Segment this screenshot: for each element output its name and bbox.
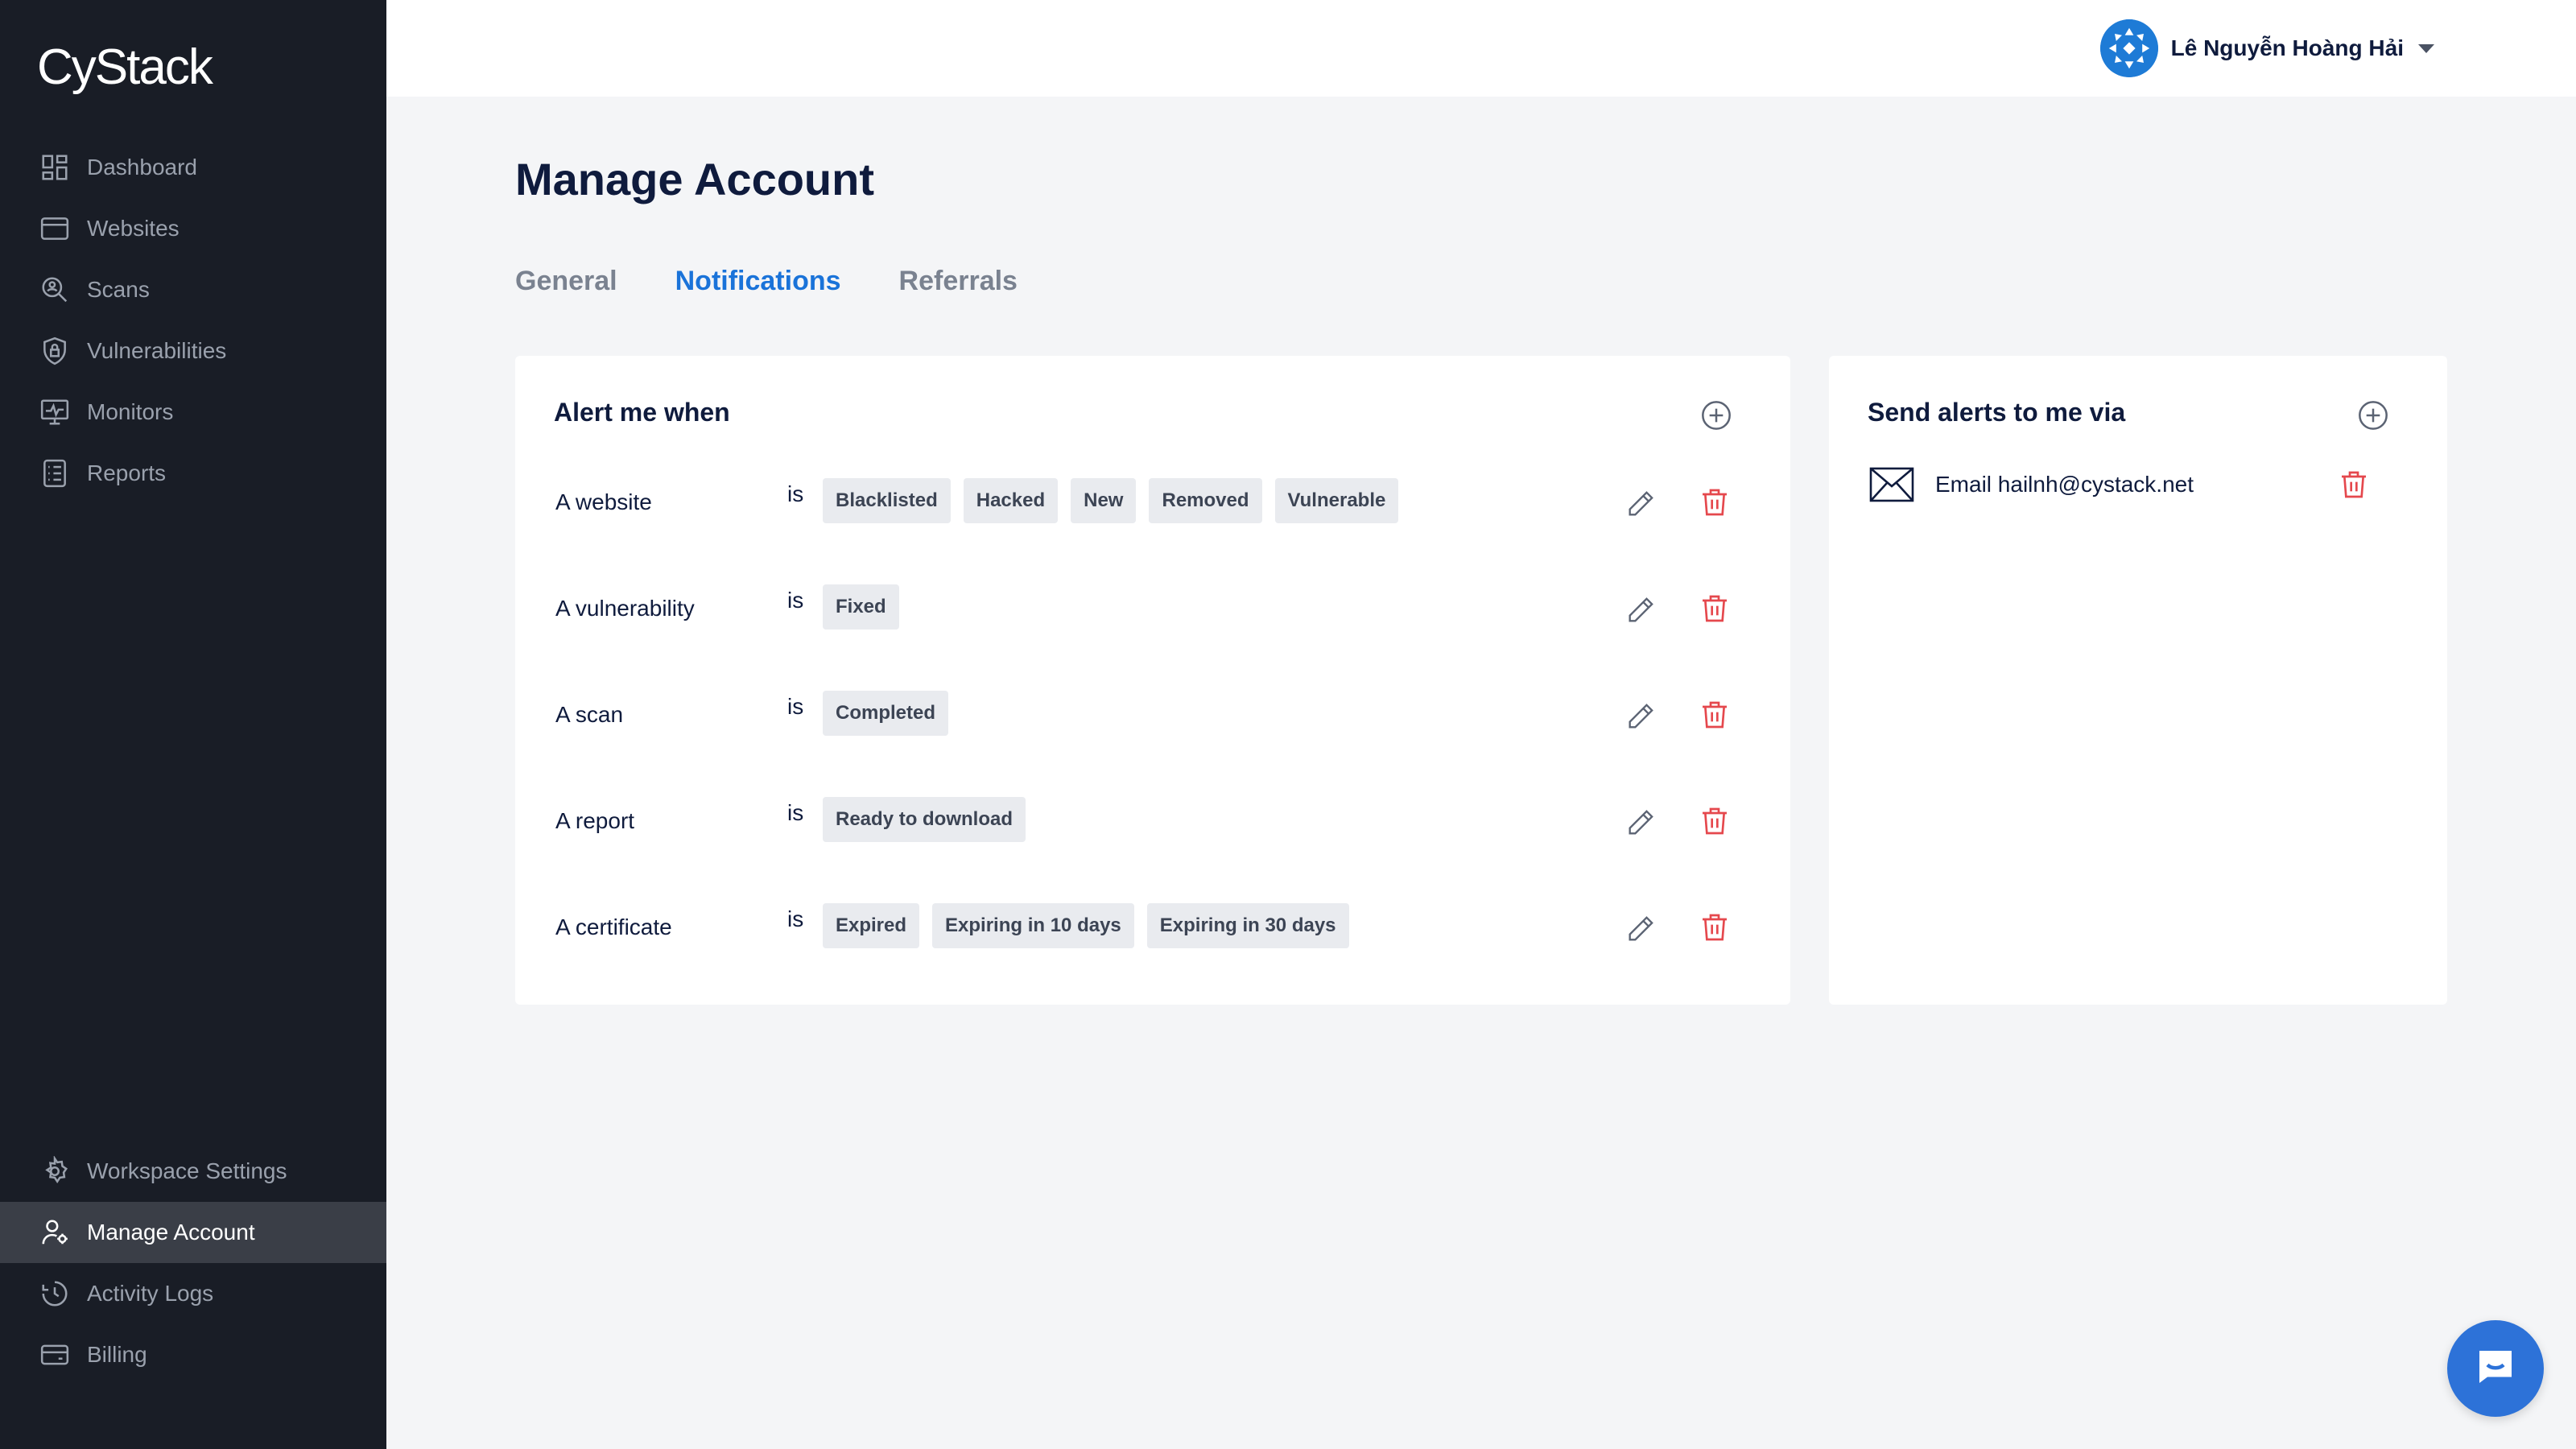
sidebar-item-workspace-settings[interactable]: Workspace Settings xyxy=(0,1141,386,1202)
alert-rule-subject: A vulnerability xyxy=(555,596,695,621)
alert-rule-row: A certificate is Expired Expiring in 10 … xyxy=(554,903,1752,952)
state-tag: Vulnerable xyxy=(1274,478,1399,523)
alert-rule-subject: A certificate xyxy=(555,914,672,939)
account-tabs: General Notifications Referrals xyxy=(515,266,1075,297)
credit-card-icon xyxy=(39,1339,71,1371)
sidebar-item-label: Websites xyxy=(87,216,180,241)
delete-channel-button[interactable] xyxy=(2338,469,2370,501)
sidebar-item-billing[interactable]: Billing xyxy=(0,1324,386,1385)
chevron-down-icon xyxy=(2418,43,2434,53)
add-channel-button[interactable] xyxy=(2357,399,2389,431)
tab-notifications[interactable]: Notifications xyxy=(675,266,841,297)
report-list-icon xyxy=(39,457,71,489)
state-tag: Fixed xyxy=(823,584,899,630)
sidebar-item-activity-logs[interactable]: Activity Logs xyxy=(0,1263,386,1324)
shield-lock-icon xyxy=(39,335,71,367)
edit-rule-button[interactable] xyxy=(1624,913,1657,945)
alert-rule-states: Blacklisted Hacked New Removed Vulnerabl… xyxy=(823,478,1411,523)
alert-rule-states: Completed xyxy=(823,691,961,736)
alert-rule-connector: is xyxy=(787,906,804,931)
alert-rule-states: Ready to download xyxy=(823,797,1038,842)
delete-rule-button[interactable] xyxy=(1699,911,1731,943)
state-tag: Removed xyxy=(1149,478,1262,523)
gear-icon xyxy=(39,1155,71,1187)
sidebar-item-dashboard[interactable]: Dashboard xyxy=(0,137,386,198)
edit-rule-button[interactable] xyxy=(1624,700,1657,733)
delete-rule-button[interactable] xyxy=(1699,486,1731,518)
alert-channels-title: Send alerts to me via xyxy=(1868,398,2126,427)
state-tag: Expiring in 10 days xyxy=(932,903,1134,948)
sidebar-item-manage-account[interactable]: Manage Account xyxy=(0,1202,386,1263)
edit-rule-button[interactable] xyxy=(1624,488,1657,520)
alert-rule-subject: A scan xyxy=(555,702,624,727)
tab-general[interactable]: General xyxy=(515,266,617,297)
sidebar-item-monitors[interactable]: Monitors xyxy=(0,382,386,443)
dashboard-icon xyxy=(39,151,71,184)
alert-rule-subject: A website xyxy=(555,489,652,514)
state-tag: Ready to download xyxy=(823,797,1026,842)
sidebar-item-label: Monitors xyxy=(87,399,174,424)
user-gear-icon xyxy=(39,1216,71,1249)
tab-referrals[interactable]: Referrals xyxy=(899,266,1018,297)
sidebar-item-label: Dashboard xyxy=(87,155,197,180)
state-tag: Blacklisted xyxy=(823,478,951,523)
sidebar-nav-settings: Workspace Settings Manage Account Activi… xyxy=(0,1141,386,1385)
add-alert-rule-button[interactable] xyxy=(1700,399,1732,431)
state-tag: Expiring in 30 days xyxy=(1146,903,1349,948)
state-tag: Completed xyxy=(823,691,949,736)
edit-rule-button[interactable] xyxy=(1624,807,1657,839)
alert-rule-row: A vulnerability is Fixed xyxy=(554,584,1752,633)
alert-rule-connector: is xyxy=(787,588,804,613)
alert-rule-subject: A report xyxy=(555,808,635,833)
alert-rule-row: A website is Blacklisted Hacked New Remo… xyxy=(554,478,1752,526)
sidebar-item-label: Billing xyxy=(87,1342,147,1367)
chat-widget-button[interactable] xyxy=(2447,1320,2544,1417)
browser-window-icon xyxy=(39,213,71,245)
alert-rule-states: Expired Expiring in 10 days Expiring in … xyxy=(823,903,1362,948)
sidebar-item-vulnerabilities[interactable]: Vulnerabilities xyxy=(0,320,386,382)
alert-rules-title: Alert me when xyxy=(554,398,730,427)
delete-rule-button[interactable] xyxy=(1699,592,1731,625)
state-tag: Hacked xyxy=(963,478,1059,523)
sidebar-item-reports[interactable]: Reports xyxy=(0,443,386,504)
cystack-logo[interactable]: CyStack xyxy=(37,39,213,96)
page-title: Manage Account xyxy=(515,154,874,204)
user-menu[interactable]: Lê Nguyễn Hoàng Hải xyxy=(2099,19,2434,77)
channel-label: Email hailnh@cystack.net xyxy=(1935,472,2194,497)
scan-magnifier-icon xyxy=(39,274,71,306)
alert-rule-row: A report is Ready to download xyxy=(554,797,1752,845)
monitor-pulse-icon xyxy=(39,396,71,428)
envelope-icon xyxy=(1869,467,1914,502)
user-name: Lê Nguyễn Hoàng Hải xyxy=(2170,35,2404,60)
alert-rule-connector: is xyxy=(787,694,804,719)
avatar xyxy=(2099,19,2158,77)
alert-channels-card: Send alerts to me via Email hailnh@cysta… xyxy=(1829,356,2447,1005)
sidebar-item-label: Vulnerabilities xyxy=(87,338,227,363)
sidebar-item-scans[interactable]: Scans xyxy=(0,259,386,320)
sidebar-item-label: Manage Account xyxy=(87,1220,255,1245)
sidebar-item-label: Reports xyxy=(87,460,167,485)
sidebar-item-websites[interactable]: Websites xyxy=(0,198,386,259)
alert-rule-connector: is xyxy=(787,481,804,506)
sidebar: CyStack Dashboard Websites Scans Vulnera… xyxy=(0,0,386,1449)
clock-history-icon xyxy=(39,1278,71,1310)
state-tag: New xyxy=(1071,478,1137,523)
sidebar-item-label: Workspace Settings xyxy=(87,1158,287,1183)
chat-bubble-icon xyxy=(2471,1343,2520,1395)
sidebar-nav-main: Dashboard Websites Scans Vulnerabilities… xyxy=(0,137,386,504)
alert-rule-row: A scan is Completed xyxy=(554,691,1752,739)
channel-row: Email hailnh@cystack.net xyxy=(1868,464,2409,512)
sidebar-item-label: Activity Logs xyxy=(87,1281,214,1306)
edit-rule-button[interactable] xyxy=(1624,594,1657,626)
state-tag: Expired xyxy=(823,903,920,948)
topbar: Lê Nguyễn Hoàng Hải xyxy=(386,0,2576,97)
delete-rule-button[interactable] xyxy=(1699,699,1731,731)
alert-rule-connector: is xyxy=(787,800,804,825)
delete-rule-button[interactable] xyxy=(1699,805,1731,837)
sidebar-item-label: Scans xyxy=(87,277,150,302)
alert-rule-states: Fixed xyxy=(823,584,912,630)
alert-rules-card: Alert me when A website is Blacklisted H… xyxy=(515,356,1790,1005)
